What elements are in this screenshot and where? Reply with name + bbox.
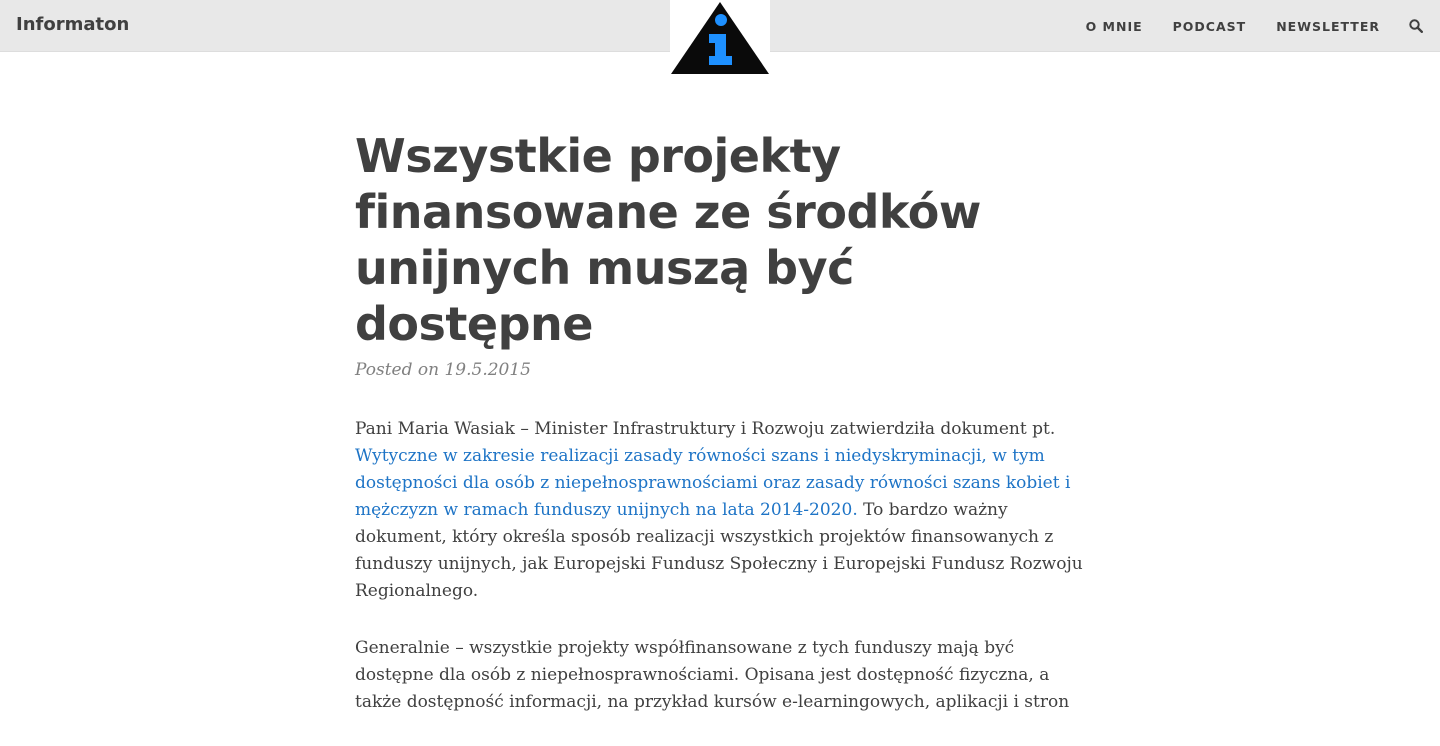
search-icon <box>1409 19 1423 33</box>
nav-newsletter[interactable]: NEWSLETTER <box>1276 19 1380 34</box>
search-button[interactable] <box>1408 18 1424 34</box>
post-body: Pani Maria Wasiak – Minister Infrastrukt… <box>355 416 1095 716</box>
paragraph-text: Pani Maria Wasiak – Minister Infrastrukt… <box>355 419 1056 439</box>
brand-link[interactable]: Informaton <box>16 14 129 35</box>
nav-o-mnie[interactable]: O MNIE <box>1086 19 1143 34</box>
post-article: Wszystkie projekty finansowane ze środkó… <box>355 128 1095 746</box>
info-triangle-logo-icon <box>671 2 769 74</box>
site-logo[interactable] <box>670 0 770 74</box>
post-paragraph: Generalnie – wszystkie projekty współfin… <box>355 638 1070 712</box>
nav-podcast[interactable]: PODCAST <box>1173 19 1247 34</box>
post-title: Wszystkie projekty finansowane ze środkó… <box>355 129 981 351</box>
main-nav: O MNIE PODCAST NEWSLETTER <box>1086 0 1440 52</box>
navbar: Informaton O MNIE PODCAST NEWSLETTER <box>0 0 1440 74</box>
post-paragraph: Pani Maria Wasiak – Minister Infrastrukt… <box>355 416 1095 605</box>
post-date: Posted on 19.5.2015 <box>355 360 531 380</box>
